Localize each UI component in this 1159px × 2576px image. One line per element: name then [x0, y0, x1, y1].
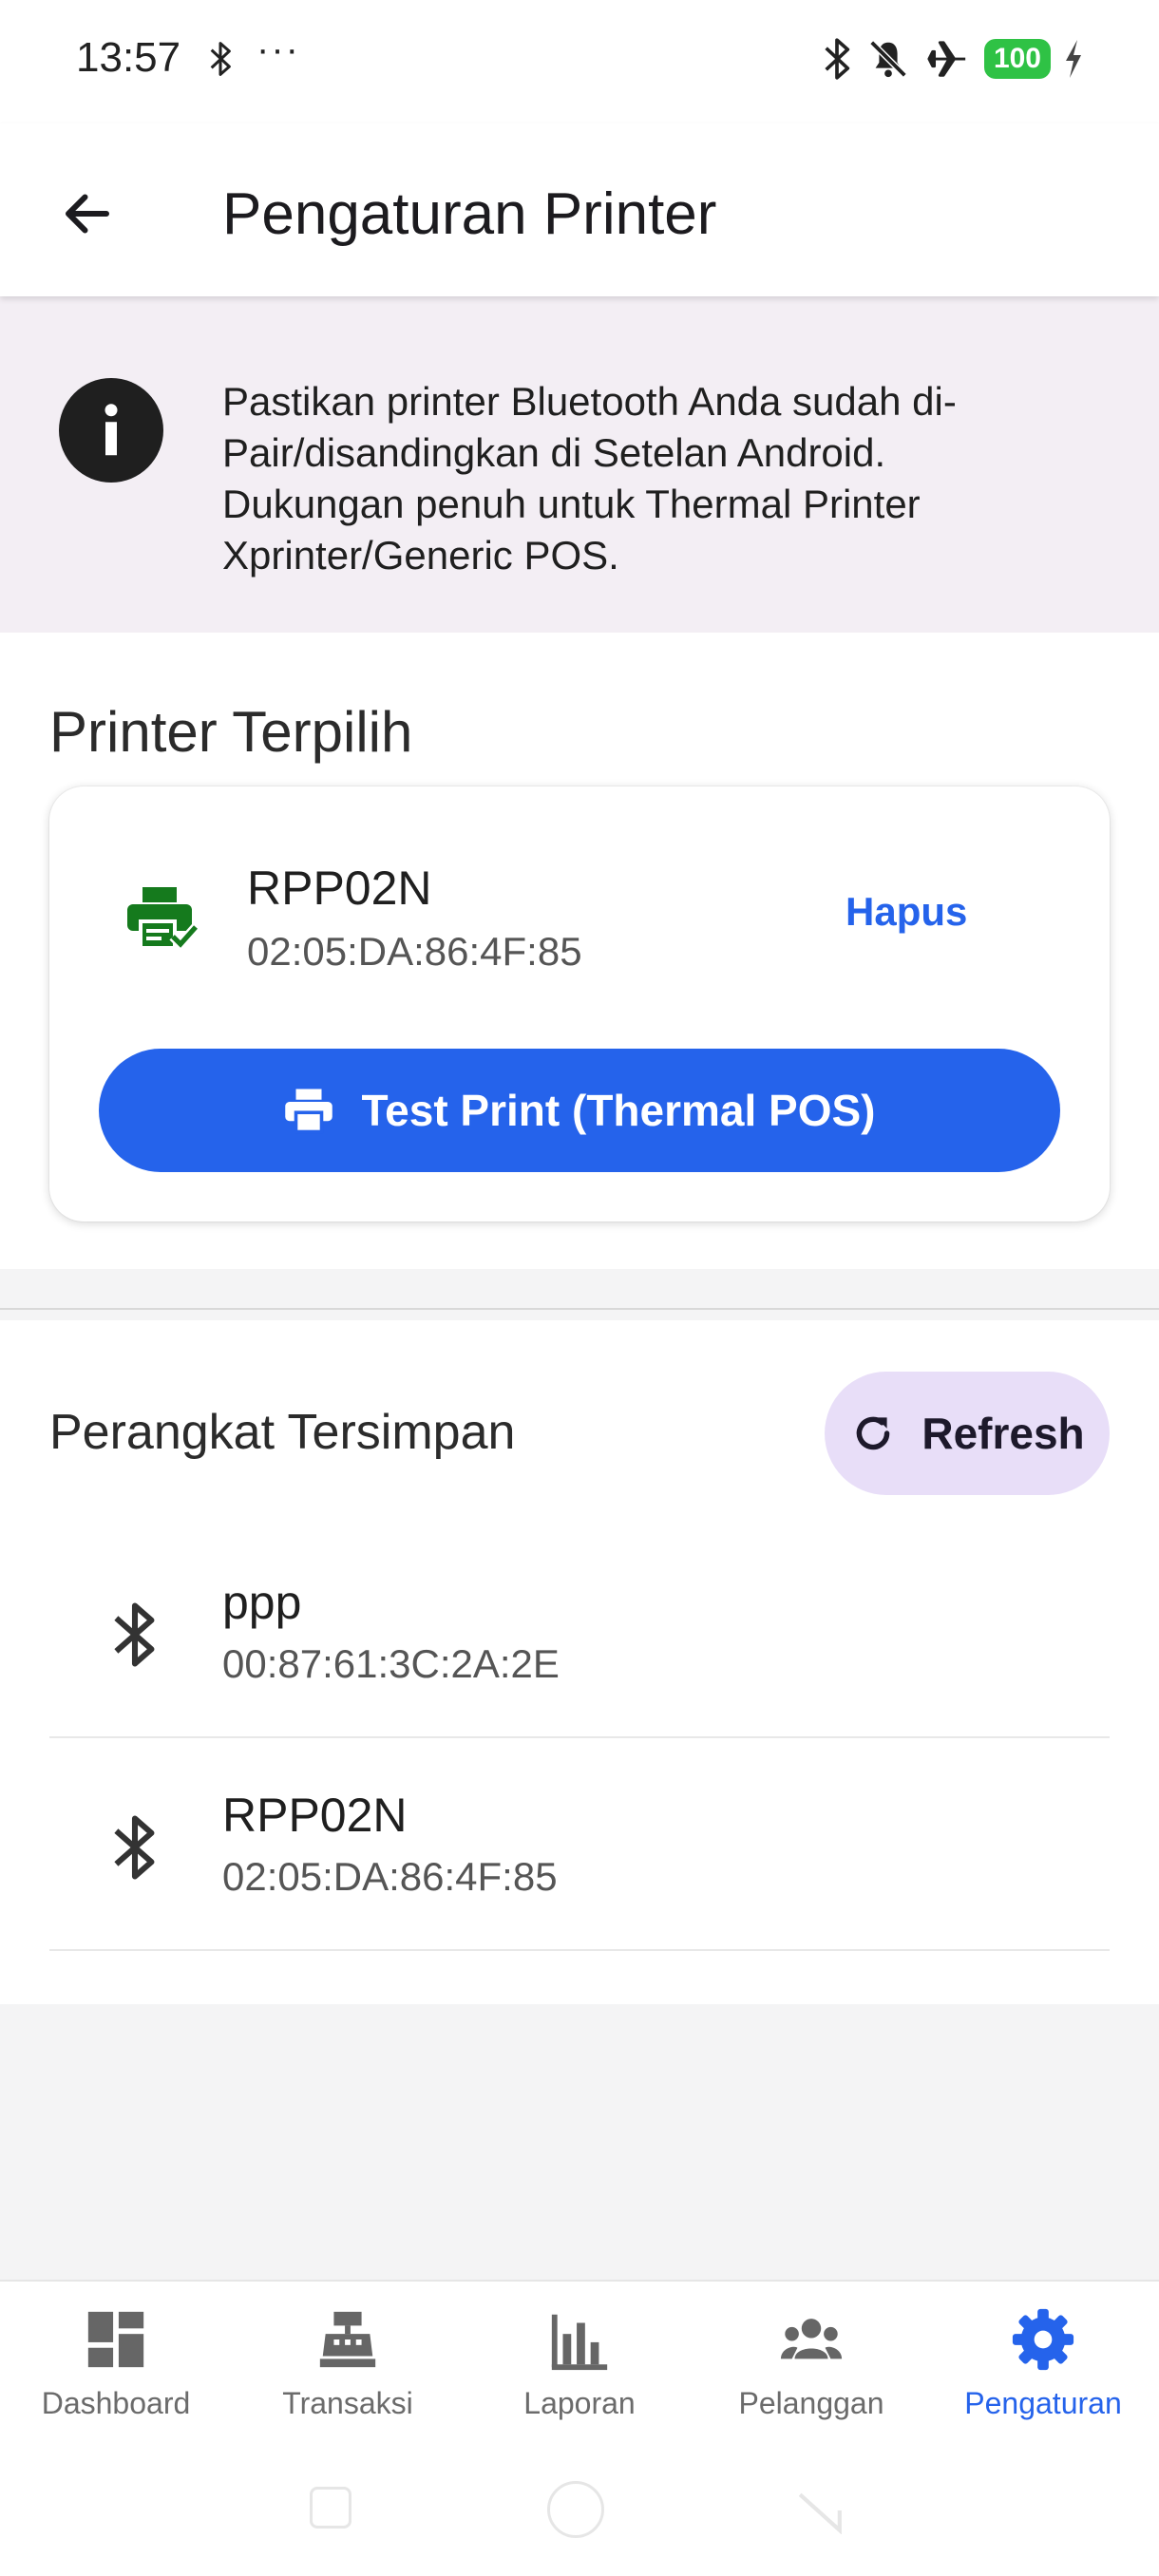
people-icon — [780, 2319, 843, 2359]
bluetooth-icon — [114, 1815, 155, 1880]
section-gap — [0, 1269, 1159, 1320]
nav-item-laporan[interactable]: Laporan — [464, 2306, 695, 2439]
recents-button[interactable] — [310, 2487, 352, 2529]
selected-printer-mac: 02:05:DA:86:4F:85 — [247, 929, 582, 974]
charging-icon — [1066, 40, 1081, 78]
info-icon — [59, 378, 163, 483]
home-button[interactable] — [547, 2481, 604, 2538]
test-print-button[interactable]: Test Print (Thermal POS) — [99, 1049, 1060, 1172]
remove-printer-button[interactable]: Hapus — [846, 889, 967, 935]
refresh-label: Refresh — [922, 1409, 1085, 1458]
bluetooth-icon — [114, 1602, 155, 1667]
airplane-icon — [927, 41, 966, 77]
device-mac: 00:87:61:3C:2A:2E — [222, 1641, 560, 1686]
info-text: Pastikan printer Bluetooth Anda sudah di… — [222, 379, 957, 578]
refresh-icon — [857, 1416, 890, 1450]
bell-off-icon — [869, 40, 907, 78]
device-name: RPP02N — [222, 1789, 408, 1842]
back-button[interactable] — [49, 176, 125, 252]
bluetooth-icon — [210, 42, 231, 76]
nav-label: Laporan — [523, 2386, 636, 2420]
nav-item-transaksi[interactable]: Transaksi — [232, 2306, 464, 2439]
battery-icon: 100 — [983, 39, 1051, 79]
saved-device-item[interactable]: ppp 00:87:61:3C:2A:2E — [49, 1525, 1110, 1738]
nav-label: Pelanggan — [738, 2386, 884, 2420]
device-mac: 02:05:DA:86:4F:85 — [222, 1854, 558, 1899]
dashboard-icon — [87, 2311, 144, 2368]
status-icons: 100 — [821, 34, 1083, 84]
selected-printer-title: Printer Terpilih — [49, 700, 413, 764]
test-print-label: Test Print (Thermal POS) — [361, 1086, 876, 1135]
page-title: Pengaturan Printer — [222, 181, 717, 247]
status-time: 13:57 — [76, 34, 181, 81]
cash-register-icon — [319, 2311, 376, 2368]
back-triangle-icon[interactable] — [796, 2487, 844, 2534]
nav-label: Pengaturan — [964, 2386, 1122, 2420]
nav-item-pengaturan[interactable]: Pengaturan — [927, 2306, 1159, 2439]
saved-device-item[interactable]: RPP02N 02:05:DA:86:4F:85 — [49, 1738, 1110, 1951]
bar-chart-icon — [551, 2314, 608, 2371]
refresh-button[interactable]: Refresh — [825, 1372, 1110, 1495]
arrow-left-icon — [66, 194, 109, 234]
nav-label: Dashboard — [41, 2386, 191, 2420]
printer-icon — [285, 1089, 333, 1134]
bluetooth-icon — [825, 38, 850, 80]
device-name: ppp — [222, 1576, 302, 1629]
app-bar: Pengaturan Printer — [0, 123, 1159, 296]
selected-printer-name: RPP02N — [247, 862, 432, 915]
divider — [0, 1308, 1159, 1310]
system-nav-bar — [0, 2470, 1159, 2546]
saved-devices-title: Perangkat Tersimpan — [49, 1405, 516, 1460]
gear-icon — [1012, 2308, 1074, 2371]
status-bar: 13:57 ··· 100 — [0, 0, 1159, 123]
nav-label: Transaksi — [282, 2386, 413, 2420]
printer-check-icon — [127, 887, 200, 952]
nav-item-dashboard[interactable]: Dashboard — [0, 2306, 232, 2439]
status-more-dots: ··· — [256, 28, 300, 70]
nav-item-pelanggan[interactable]: Pelanggan — [695, 2306, 927, 2439]
